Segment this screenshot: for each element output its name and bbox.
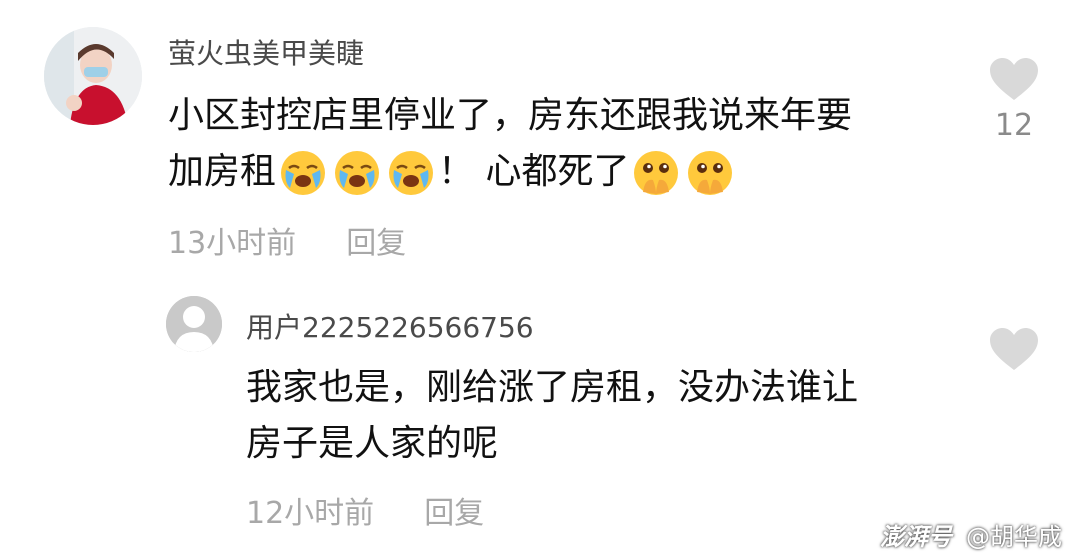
comment-text: 我家也是，刚给涨了房租，没办法谁让 房子是人家的呢 (246, 360, 858, 472)
timestamp: 13小时前 (168, 226, 297, 261)
comment-text-segment: ！ 心都死了 (438, 151, 630, 192)
comment-meta: 12小时前 回复 (246, 488, 484, 532)
avatar-image (44, 27, 142, 125)
heart-icon (990, 328, 1038, 370)
watermark-logo: 澎湃号 (880, 523, 952, 551)
like-count: 12 (994, 108, 1034, 143)
avatar[interactable] (44, 27, 142, 125)
comment-text-line: 加房租 ！ 心都死了 (168, 144, 852, 200)
avatar[interactable] (166, 296, 222, 352)
default-user-icon (166, 296, 222, 352)
comment-text-line: 房子是人家的呢 (246, 423, 499, 464)
comment-text-line: 小区封控店里停业了，房东还跟我说来年要 (168, 95, 853, 136)
comment-text-segment: 加房租 (168, 151, 277, 192)
crying-face-icon (278, 148, 328, 198)
username[interactable]: 萤火虫美甲美睫 (168, 32, 364, 72)
like-button[interactable]: 12 (984, 56, 1044, 143)
timestamp: 12小时前 (246, 496, 375, 531)
reply-button[interactable]: 回复 (424, 496, 484, 531)
comment-text: 小区封控店里停业了，房东还跟我说来年要 加房租 ！ 心都死了 (168, 88, 852, 200)
comment-text-line: 我家也是，刚给涨了房租，没办法谁让 (246, 367, 859, 408)
covering-mouth-face-icon (685, 148, 735, 198)
comment-meta: 13小时前 回复 (168, 218, 406, 262)
reply-button[interactable]: 回复 (346, 226, 406, 261)
watermark-author: @胡华成 (966, 523, 1062, 551)
like-button[interactable] (984, 326, 1044, 372)
crying-face-icon (386, 148, 436, 198)
heart-icon (990, 58, 1038, 100)
covering-mouth-face-icon (631, 148, 681, 198)
crying-face-icon (332, 148, 382, 198)
watermark: 澎湃号 @胡华成 (880, 517, 1062, 552)
username[interactable]: 用户2225226566756 (246, 306, 534, 346)
